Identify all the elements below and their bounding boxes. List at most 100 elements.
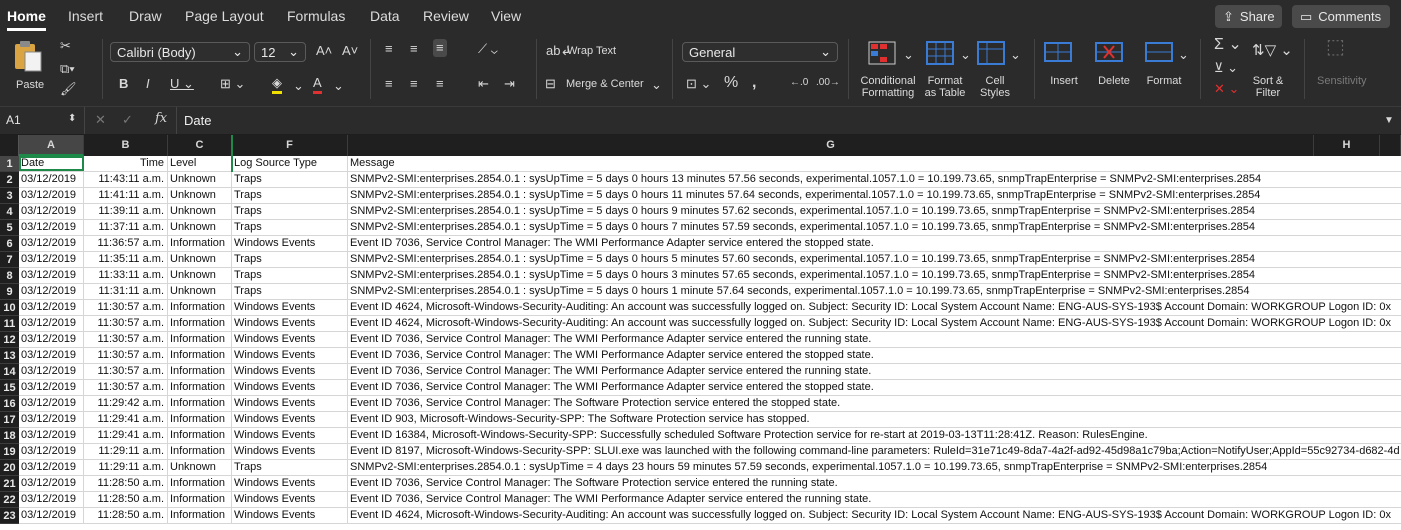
cell-a[interactable]: 03/12/2019 [19,332,84,347]
conditional-formatting-icon[interactable] [868,41,898,67]
cell-g[interactable]: Event ID 7036, Service Control Manager: … [348,364,1401,379]
align-left-icon[interactable]: ≡ [385,76,393,92]
tab-draw[interactable]: Draw [129,8,162,24]
cell-f[interactable]: Traps [232,204,348,219]
chevron-down-icon[interactable]: ⌄ [333,78,344,94]
cell-b[interactable]: 11:36:57 a.m. [84,236,168,251]
clear-icon[interactable]: ✕ ⌄ [1214,81,1239,97]
cell-a[interactable]: 03/12/2019 [19,492,84,507]
cell-g[interactable]: Event ID 7036, Service Control Manager: … [348,396,1401,411]
name-box[interactable]: A1 [6,113,21,127]
format-cells-icon[interactable] [1145,41,1175,65]
cell-a[interactable]: 03/12/2019 [19,316,84,331]
merge-center-icon[interactable]: ⊟ [545,76,556,92]
cell-c[interactable]: Information [168,396,232,411]
cell-a[interactable]: 03/12/2019 [19,348,84,363]
row-header[interactable]: 18 [0,428,19,444]
cell-c[interactable]: Information [168,364,232,379]
cell-c[interactable]: Information [168,332,232,347]
cell-c[interactable]: Unknown [168,188,232,203]
cell-b[interactable]: 11:43:11 a.m. [84,172,168,187]
cell-g[interactable]: SNMPv2-SMI:enterprises.2854.0.1 : sysUpT… [348,204,1401,219]
expand-formula-icon[interactable]: ▼ [1384,113,1394,129]
tab-formulas[interactable]: Formulas [287,8,345,24]
cell-b[interactable]: Time [84,156,168,171]
row-header[interactable]: 15 [0,380,19,396]
cell-c[interactable]: Information [168,348,232,363]
cell-b[interactable]: 11:29:42 a.m. [84,396,168,411]
cell-b[interactable]: 11:28:50 a.m. [84,492,168,507]
currency-icon[interactable]: ⊡ ⌄ [686,76,711,92]
cell-a[interactable]: 03/12/2019 [19,460,84,475]
cell-a[interactable]: 03/12/2019 [19,412,84,427]
cell-g[interactable]: SNMPv2-SMI:enterprises.2854.0.1 : sysUpT… [348,188,1401,203]
row-header[interactable]: 7 [0,252,19,268]
share-button[interactable]: ⇪ Share [1215,5,1282,28]
cell-f[interactable]: Windows Events [232,300,348,315]
tab-page-layout[interactable]: Page Layout [185,8,264,24]
cell-b[interactable]: 11:29:41 a.m. [84,412,168,427]
cell-b[interactable]: 11:29:11 a.m. [84,444,168,459]
row-header[interactable]: 8 [0,268,19,284]
cell-a[interactable]: 03/12/2019 [19,396,84,411]
column-header-c[interactable]: C [168,135,232,156]
cell-f[interactable]: Log Source Type [232,156,348,171]
cell-f[interactable]: Windows Events [232,364,348,379]
cell-b[interactable]: 11:30:57 a.m. [84,332,168,347]
cell-f[interactable]: Windows Events [232,236,348,251]
column-header-f[interactable]: F [232,135,348,156]
cell-f[interactable]: Traps [232,268,348,283]
cell-b[interactable]: 11:37:11 a.m. [84,220,168,235]
tab-home[interactable]: Home [7,8,46,31]
column-header-i[interactable] [1380,135,1401,156]
row-header[interactable]: 1 [0,156,19,172]
confirm-icon[interactable]: ✓ [122,112,133,128]
tab-data[interactable]: Data [370,8,400,24]
row-header[interactable]: 17 [0,412,19,428]
cell-a[interactable]: 03/12/2019 [19,364,84,379]
cell-b[interactable]: 11:29:11 a.m. [84,460,168,475]
sort-filter-icon[interactable]: ⇅▽ ⌄ [1252,43,1293,59]
cell-f[interactable]: Traps [232,188,348,203]
cell-a[interactable]: 03/12/2019 [19,428,84,443]
percent-icon[interactable]: % [724,75,738,91]
tab-review[interactable]: Review [423,8,469,24]
cell-c[interactable]: Information [168,236,232,251]
cell-c[interactable]: Information [168,316,232,331]
column-header-h[interactable]: H [1314,135,1380,156]
cell-f[interactable]: Windows Events [232,508,348,523]
cell-c[interactable]: Unknown [168,460,232,475]
row-header[interactable]: 13 [0,348,19,364]
comments-button[interactable]: ▭ Comments [1292,5,1390,28]
conditional-formatting-label[interactable]: Conditional Formatting [857,75,919,99]
decrease-decimal-icon[interactable]: .00→ [816,75,840,91]
cell-b[interactable]: 11:31:11 a.m. [84,284,168,299]
row-header[interactable]: 6 [0,236,19,252]
cell-f[interactable]: Traps [232,252,348,267]
chevron-down-icon[interactable]: ⌄ [903,47,914,63]
cell-b[interactable]: 11:28:50 a.m. [84,476,168,491]
cell-c[interactable]: Information [168,428,232,443]
cell-a[interactable]: 03/12/2019 [19,284,84,299]
cell-b[interactable]: 11:41:11 a.m. [84,188,168,203]
fill-icon[interactable]: ⊻ ⌄ [1214,60,1238,76]
cell-a[interactable]: 03/12/2019 [19,236,84,251]
underline-icon[interactable]: U ⌄ [170,76,194,92]
cell-c[interactable]: Unknown [168,252,232,267]
align-center-icon[interactable]: ≡ [410,76,418,92]
cell-c[interactable]: Information [168,380,232,395]
row-header[interactable]: 9 [0,284,19,300]
chevron-down-icon[interactable]: ⌄ [293,78,304,94]
row-header[interactable]: 19 [0,444,19,460]
chevron-down-icon[interactable]: ⌄ [1010,47,1021,63]
cell-a[interactable]: Date [19,156,84,171]
copy-icon[interactable]: ⧉▾ [60,61,75,77]
chevron-down-icon[interactable]: ⌄ [1178,47,1189,63]
format-cells-label[interactable]: Format [1144,75,1184,87]
orientation-icon[interactable]: ⟋ ⌄ [478,41,498,57]
cell-b[interactable]: 11:30:57 a.m. [84,348,168,363]
row-header[interactable]: 21 [0,476,19,492]
select-all-corner[interactable] [0,135,19,156]
row-header[interactable]: 5 [0,220,19,236]
autosum-icon[interactable]: Σ ⌄ [1214,37,1242,53]
